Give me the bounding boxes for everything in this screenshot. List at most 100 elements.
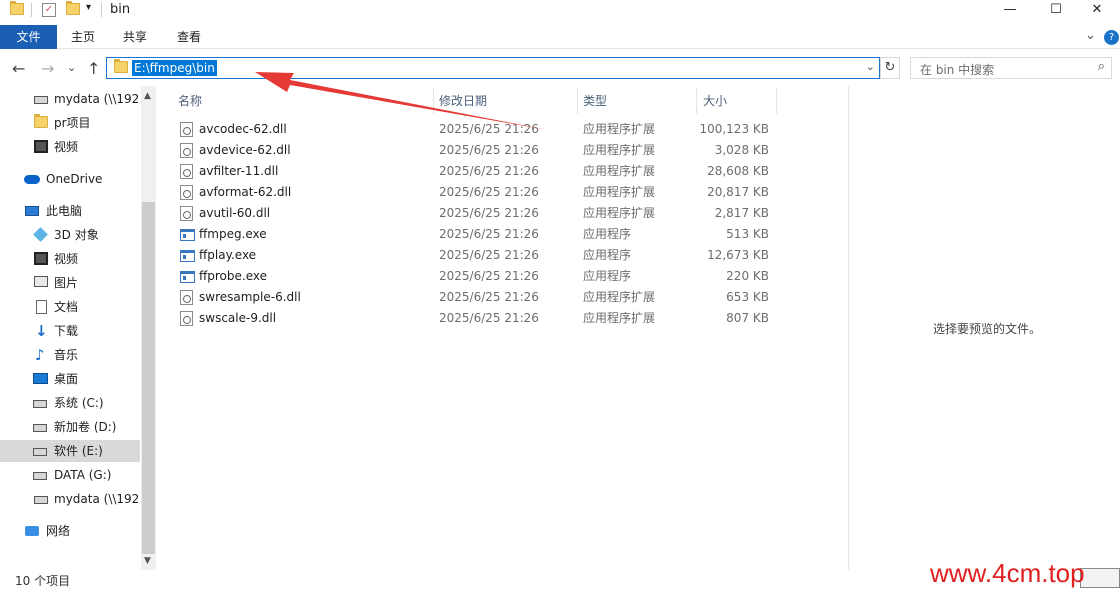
refresh-button[interactable]: ↻ (880, 57, 900, 79)
sidebar-item-drive-d[interactable]: 新加卷 (D:) (0, 416, 140, 438)
sidebar-item-label: 下载 (54, 324, 79, 338)
sidebar-item-pr[interactable]: pr项目 (0, 112, 140, 134)
file-name: avcodec-62.dll (199, 122, 287, 136)
sidebar-item-label: mydata (\\192. (54, 92, 140, 106)
file-size: 12,673 KB (707, 248, 769, 262)
column-header-size[interactable]: 大小 (703, 90, 727, 112)
file-row[interactable]: swresample-6.dll 2025/6/25 21:26 应用程序扩展 653… (176, 287, 776, 308)
sort-ascending-icon: ^ (300, 82, 309, 93)
close-button[interactable]: ✕ (1074, 0, 1120, 22)
sidebar-item-drive-c[interactable]: 系统 (C:) (0, 392, 140, 414)
music-icon: ♪ (35, 346, 45, 364)
sidebar-item-video[interactable]: 视频 (0, 248, 140, 270)
file-row[interactable]: avfilter-11.dll 2025/6/25 21:26 应用程序扩展 28,6… (176, 161, 776, 182)
chevron-down-icon[interactable]: ⌄ (866, 60, 875, 73)
file-name: avformat-62.dll (199, 185, 292, 199)
address-bar[interactable]: E:\ffmpeg\bin ⌄ (106, 57, 880, 79)
3d-objects-icon (33, 227, 48, 242)
properties-icon[interactable]: ✓ (42, 3, 56, 17)
address-text[interactable]: E:\ffmpeg\bin (132, 60, 217, 76)
sidebar-item-mydata[interactable]: mydata (\\192. (0, 88, 140, 110)
tab-share[interactable]: 共享 (109, 25, 161, 49)
file-date: 2025/6/25 21:26 (439, 248, 539, 262)
search-input[interactable]: 在 bin 中搜索 ⌕ (910, 57, 1112, 79)
network-drive-icon (34, 496, 48, 504)
expand-ribbon-icon[interactable]: ⌄ (1085, 28, 1096, 43)
scroll-up-icon[interactable]: ▲ (144, 91, 151, 101)
file-type: 应用程序扩展 (583, 143, 656, 157)
sidebar-item-this-pc[interactable]: 此电脑 (0, 200, 140, 222)
file-date: 2025/6/25 21:26 (439, 290, 539, 304)
search-icon[interactable]: ⌕ (1098, 59, 1105, 74)
sidebar-item-label: 视频 (54, 252, 79, 266)
sidebar-item-3d[interactable]: 3D 对象 (0, 224, 140, 246)
column-header-type[interactable]: 类型 (583, 90, 607, 112)
back-button[interactable]: ← (12, 59, 25, 78)
scroll-down-icon[interactable]: ▼ (144, 556, 151, 566)
maximize-button[interactable]: ☐ (1033, 0, 1079, 22)
new-folder-icon[interactable] (66, 1, 80, 17)
dll-file-icon (180, 185, 193, 200)
tab-view[interactable]: 查看 (163, 25, 215, 49)
file-size: 653 KB (726, 290, 769, 304)
sidebar-item-mydata-2[interactable]: mydata (\\192. (0, 488, 140, 510)
up-button[interactable]: ↑ (87, 59, 100, 78)
sidebar-item-label: OneDrive (46, 172, 103, 186)
sidebar-item-label: 软件 (E:) (54, 444, 103, 458)
sidebar-item-onedrive[interactable]: OneDrive (0, 168, 140, 190)
sidebar-item-label: 文档 (54, 300, 79, 314)
file-type: 应用程序扩展 (583, 206, 656, 220)
file-row[interactable]: avutil-60.dll 2025/6/25 21:26 应用程序扩展 2,817 … (176, 203, 776, 224)
sidebar-item-pictures[interactable]: 图片 (0, 272, 140, 294)
sidebar-scrollbar[interactable]: ▲ ▼ (141, 86, 156, 570)
file-type: 应用程序 (583, 269, 632, 283)
file-type: 应用程序 (583, 248, 632, 262)
file-row[interactable]: swscale-9.dll 2025/6/25 21:26 应用程序扩展 807 KB (176, 308, 776, 329)
network-icon (25, 526, 39, 536)
recent-locations-button[interactable]: ⌄ (67, 61, 76, 74)
file-row[interactable]: ffprobe.exe 2025/6/25 21:26 应用程序 220 KB (176, 266, 776, 287)
file-row[interactable]: ffplay.exe 2025/6/25 21:26 应用程序 12,673 KB (176, 245, 776, 266)
sidebar-item-drive-e[interactable]: 软件 (E:) (0, 440, 140, 462)
tab-home[interactable]: 主页 (57, 25, 109, 49)
column-header-date[interactable]: 修改日期 (439, 90, 487, 112)
scroll-thumb[interactable] (142, 202, 155, 554)
customize-toolbar-icon[interactable]: ▾ (86, 2, 91, 13)
view-toggle-button[interactable] (1080, 568, 1120, 588)
minimize-button[interactable]: — (987, 0, 1033, 22)
sidebar-item-label: 桌面 (54, 372, 79, 386)
column-separator[interactable] (696, 88, 697, 114)
column-header-name[interactable]: 名称 (178, 90, 202, 112)
sidebar-item-label: pr项目 (54, 116, 91, 130)
file-name: swscale-9.dll (199, 311, 277, 325)
preview-divider[interactable] (848, 86, 849, 570)
sidebar-item-drive-g[interactable]: DATA (G:) (0, 464, 140, 486)
file-row[interactable]: avdevice-62.dll 2025/6/25 21:26 应用程序扩展 3,02… (176, 140, 776, 161)
file-row[interactable]: ffmpeg.exe 2025/6/25 21:26 应用程序 513 KB (176, 224, 776, 245)
folder-icon (10, 1, 24, 17)
sidebar-item-network[interactable]: 网络 (0, 520, 140, 542)
dll-file-icon (180, 143, 193, 158)
file-size: 807 KB (726, 311, 769, 325)
sidebar-item-downloads[interactable]: ↓ 下载 (0, 320, 140, 342)
file-row[interactable]: avformat-62.dll 2025/6/25 21:26 应用程序扩展 20,8… (176, 182, 776, 203)
dll-file-icon (180, 290, 193, 305)
column-separator[interactable] (776, 88, 777, 114)
file-row[interactable]: avcodec-62.dll 2025/6/25 21:26 应用程序扩展 100,1… (176, 119, 776, 140)
window-title: bin (110, 2, 131, 17)
forward-button[interactable]: → (41, 59, 54, 78)
file-type: 应用程序 (583, 227, 632, 241)
folder-icon (114, 59, 128, 73)
file-date: 2025/6/25 21:26 (439, 143, 539, 157)
file-type: 应用程序扩展 (583, 185, 656, 199)
sidebar-item-music[interactable]: ♪ 音乐 (0, 344, 140, 366)
tab-file[interactable]: 文件 (0, 25, 57, 49)
help-icon[interactable]: ? (1104, 30, 1119, 45)
sidebar-item-video[interactable]: 视频 (0, 136, 140, 158)
file-type: 应用程序扩展 (583, 311, 656, 325)
sidebar-item-desktop[interactable]: 桌面 (0, 368, 140, 390)
file-name: avutil-60.dll (199, 206, 271, 220)
column-separator[interactable] (577, 88, 578, 114)
sidebar-item-documents[interactable]: 文档 (0, 296, 140, 318)
column-separator[interactable] (433, 88, 434, 114)
